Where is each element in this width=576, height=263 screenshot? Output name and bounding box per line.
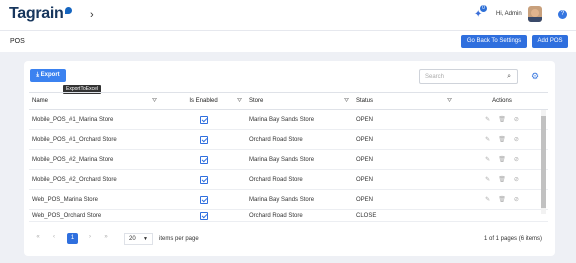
delete-icon[interactable]: 🗑 bbox=[498, 176, 506, 183]
items-per-page-label: items per page bbox=[159, 236, 199, 242]
search-input[interactable]: Search ⌕ bbox=[419, 69, 518, 84]
add-pos-button[interactable]: Add POS bbox=[532, 35, 568, 48]
link-icon[interactable]: ⊘ bbox=[514, 116, 519, 123]
link-icon[interactable]: ⊘ bbox=[514, 176, 519, 183]
cell-status: OPEN bbox=[353, 189, 456, 210]
table-row: Web_POS_Marina Store Marina Bay Sands St… bbox=[29, 189, 548, 210]
next-page-icon[interactable]: › bbox=[86, 234, 94, 240]
cell-status: OPEN bbox=[353, 109, 456, 130]
cell-status: OPEN bbox=[353, 169, 456, 190]
pager: « ‹ 1 › » 20 ▼ items per page 1 of 1 page… bbox=[24, 231, 555, 251]
user-greeting: Hi, Admin bbox=[496, 11, 522, 17]
edit-icon[interactable]: ✎ bbox=[485, 116, 490, 123]
first-page-icon[interactable]: « bbox=[34, 234, 42, 240]
delete-icon[interactable]: 🗑 bbox=[498, 116, 506, 123]
link-icon[interactable]: ⊘ bbox=[514, 196, 519, 203]
cell-store: Orchard Road Store bbox=[246, 209, 353, 222]
column-header-status[interactable]: Status ⛛ bbox=[353, 92, 456, 110]
edit-icon[interactable]: ✎ bbox=[485, 196, 490, 203]
delete-icon[interactable]: 🗑 bbox=[498, 136, 506, 143]
cell-name: Mobile_POS_#1_Marina Store bbox=[29, 109, 161, 130]
logo-mark-icon bbox=[64, 7, 72, 14]
column-header-name[interactable]: Name ⛛ bbox=[29, 92, 161, 110]
filter-icon[interactable]: ⛛ bbox=[237, 98, 242, 105]
sidebar-toggle-chevron-icon[interactable]: › bbox=[90, 9, 94, 21]
column-header-actions: Actions bbox=[456, 92, 548, 110]
go-back-button[interactable]: Go Back To Settings bbox=[461, 35, 527, 48]
logo[interactable]: Tagrain bbox=[9, 5, 72, 23]
cell-store: Orchard Road Store bbox=[246, 169, 353, 190]
top-bar: Tagrain › ✦ 0 Hi, Admin ? bbox=[0, 0, 576, 30]
enabled-checkbox[interactable] bbox=[199, 115, 208, 124]
avatar[interactable] bbox=[528, 6, 542, 22]
link-icon[interactable]: ⊘ bbox=[514, 156, 519, 163]
last-page-icon[interactable]: » bbox=[102, 234, 110, 240]
edit-icon[interactable]: ✎ bbox=[485, 176, 490, 183]
cell-name: Web_POS_Orchard Store bbox=[29, 209, 161, 222]
cell-status: OPEN bbox=[353, 129, 456, 150]
enabled-checkbox[interactable] bbox=[199, 195, 208, 204]
page-header: POS Go Back To Settings Add POS bbox=[0, 30, 576, 52]
notification-badge: 0 bbox=[480, 5, 487, 12]
scrollbar-thumb[interactable] bbox=[541, 116, 546, 208]
enabled-checkbox[interactable] bbox=[199, 135, 208, 144]
page-title: POS bbox=[10, 38, 25, 45]
gear-icon[interactable]: ⚙ bbox=[531, 71, 539, 82]
current-page-button[interactable]: 1 bbox=[67, 233, 78, 244]
search-icon[interactable]: ⌕ bbox=[507, 73, 511, 81]
cell-name: Mobile_POS_#1_Orchard Store bbox=[29, 129, 161, 150]
cell-name: Mobile_POS_#2_Marina Store bbox=[29, 149, 161, 170]
table-row: Mobile_POS_#1_Orchard Store Orchard Road… bbox=[29, 129, 548, 150]
cell-store: Marina Bay Sands Store bbox=[246, 189, 353, 210]
filter-icon[interactable]: ⛛ bbox=[344, 98, 349, 105]
table-row: Mobile_POS_#2_Orchard Store Orchard Road… bbox=[29, 169, 548, 190]
pos-table: Name ⛛ Is Enabled ⛛ Store ⛛ Status ⛛ Actions… bbox=[29, 92, 548, 222]
cell-name: Mobile_POS_#2_Orchard Store bbox=[29, 169, 161, 190]
search-placeholder: Search bbox=[425, 74, 445, 80]
pos-table-card: ⤓ Export ExportToExcel Search ⌕ ⚙ Name ⛛ … bbox=[24, 61, 555, 256]
download-icon: ⤓ bbox=[36, 72, 39, 78]
chevron-down-icon: ▼ bbox=[143, 236, 148, 242]
enabled-checkbox[interactable] bbox=[199, 175, 208, 184]
link-icon[interactable]: ⊘ bbox=[514, 136, 519, 143]
cell-store: Marina Bay Sands Store bbox=[246, 149, 353, 170]
export-button[interactable]: ⤓ Export bbox=[30, 69, 66, 82]
delete-icon[interactable]: 🗑 bbox=[498, 156, 506, 163]
table-row: Mobile_POS_#2_Marina Store Marina Bay Sa… bbox=[29, 149, 548, 170]
enabled-checkbox[interactable] bbox=[199, 211, 208, 220]
pager-info: 1 of 1 pages (6 items) bbox=[484, 236, 543, 242]
column-header-store[interactable]: Store ⛛ bbox=[246, 92, 353, 110]
table-row: Mobile_POS_#1_Marina Store Marina Bay Sa… bbox=[29, 109, 548, 130]
cell-store: Orchard Road Store bbox=[246, 129, 353, 150]
table-scrollbar[interactable] bbox=[541, 110, 546, 214]
column-header-is-enabled[interactable]: Is Enabled ⛛ bbox=[161, 92, 246, 110]
table-header-row: Name ⛛ Is Enabled ⛛ Store ⛛ Status ⛛ Actions bbox=[29, 92, 548, 110]
table-row: Web_POS_Orchard Store Orchard Road Store… bbox=[29, 209, 548, 222]
cell-status: CLOSE bbox=[353, 209, 456, 222]
cell-status: OPEN bbox=[353, 149, 456, 170]
filter-icon[interactable]: ⛛ bbox=[152, 98, 157, 105]
help-icon[interactable]: ? bbox=[558, 10, 567, 19]
edit-icon[interactable]: ✎ bbox=[485, 156, 490, 163]
cell-store: Marina Bay Sands Store bbox=[246, 109, 353, 130]
prev-page-icon[interactable]: ‹ bbox=[50, 234, 58, 240]
enabled-checkbox[interactable] bbox=[199, 155, 208, 164]
edit-icon[interactable]: ✎ bbox=[485, 136, 490, 143]
filter-icon[interactable]: ⛛ bbox=[447, 98, 452, 105]
page-size-select[interactable]: 20 ▼ bbox=[124, 233, 153, 245]
delete-icon[interactable]: 🗑 bbox=[498, 196, 506, 203]
cell-name: Web_POS_Marina Store bbox=[29, 189, 161, 210]
